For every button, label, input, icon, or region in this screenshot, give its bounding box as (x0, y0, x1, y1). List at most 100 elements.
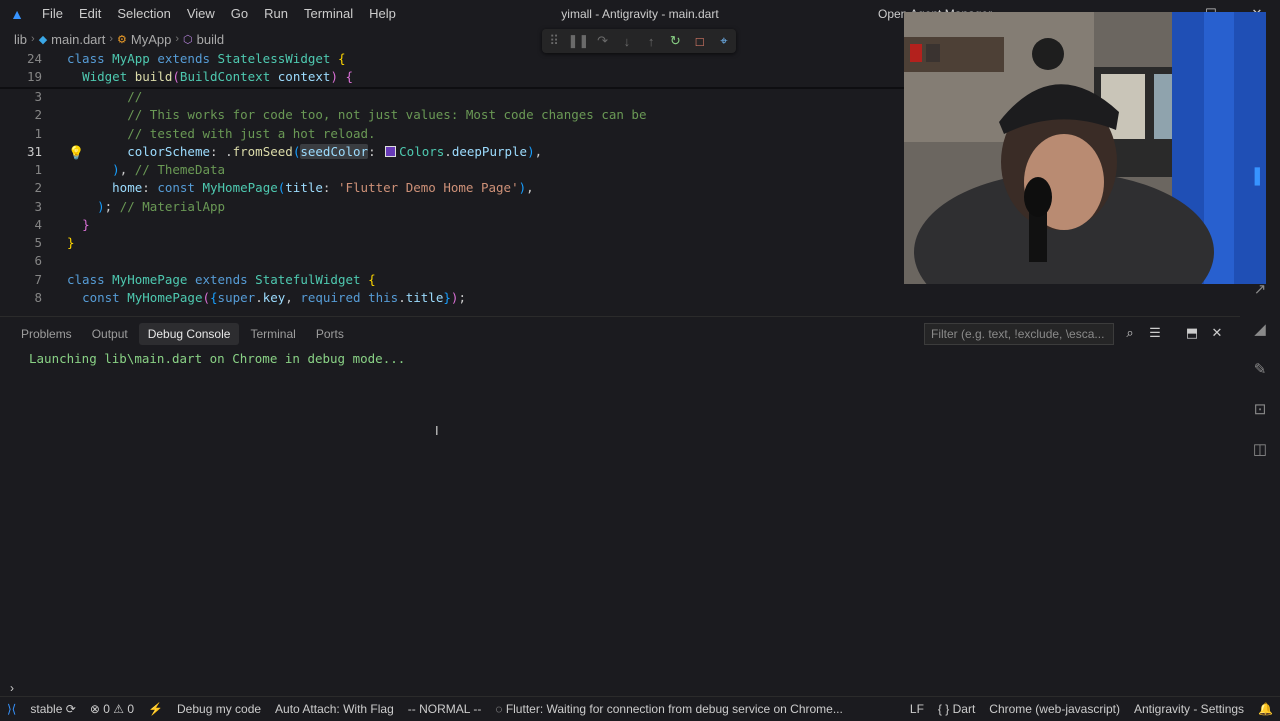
menu-terminal[interactable]: Terminal (296, 0, 361, 28)
code-line[interactable]: 8 const MyHomePage({super.key, required … (0, 289, 900, 307)
flutter-inspector-icon[interactable]: ↗ (1246, 280, 1274, 298)
line-number[interactable]: 3 (0, 88, 42, 106)
drag-handle-icon[interactable]: ⠿ (543, 33, 565, 49)
step-into-icon[interactable]: ↓ (616, 34, 638, 49)
sync-icon: ⟳ (65, 702, 76, 716)
line-number[interactable]: 2 (0, 106, 42, 124)
code-line[interactable]: 7 class MyHomePage extends StatefulWidget… (0, 271, 900, 289)
line-number[interactable]: 5 (0, 234, 42, 252)
code-text[interactable]: // tested with just a hot reload. (67, 125, 375, 143)
line-number[interactable]: 2 (0, 179, 42, 197)
console-output-line: Launching lib\main.dart on Chrome in deb… (29, 351, 406, 366)
line-number[interactable]: 19 (0, 68, 42, 86)
menu-help[interactable]: Help (361, 0, 404, 28)
code-text[interactable]: ), // ThemeData (67, 161, 225, 179)
code-text[interactable]: // (67, 88, 142, 106)
inspect-widget-icon[interactable]: ⌖ (713, 33, 735, 49)
maximize-panel-icon[interactable]: ⬒ (1183, 325, 1201, 341)
code-text[interactable]: class MyHomePage extends StatefulWidget … (67, 271, 376, 289)
auto-attach-status[interactable]: Auto Attach: With Flag (268, 697, 401, 721)
code-text[interactable]: // This works for code too, not just val… (67, 106, 646, 124)
code-line[interactable]: 5} (0, 234, 900, 252)
step-out-icon[interactable]: ↑ (640, 34, 662, 49)
breadcrumb-item-method[interactable]: build (197, 32, 224, 47)
chevron-right-icon: › (109, 33, 114, 45)
code-line[interactable]: 1 // tested with just a hot reload. (0, 125, 900, 143)
preview-icon[interactable]: ◫ (1246, 440, 1274, 458)
line-number[interactable]: 1 (0, 125, 42, 143)
debug-icon[interactable]: ⚡ (141, 697, 170, 721)
tab-ports[interactable]: Ports (307, 323, 353, 345)
code-text[interactable]: class MyApp extends StatelessWidget { (67, 50, 345, 68)
tab-terminal[interactable]: Terminal (241, 323, 304, 345)
settings-status[interactable]: Antigravity - Settings (1127, 697, 1251, 721)
code-token: deepPurple (451, 143, 528, 159)
status-bar: ⟩⟨ stable ⟳ ⊗ 0 ⚠ 0 ⚡ Debug my code Auto… (0, 696, 1280, 721)
branch-status[interactable]: stable ⟳ (23, 697, 82, 721)
eol-status[interactable]: LF (903, 697, 931, 721)
console-filter-input[interactable] (924, 323, 1114, 345)
lightbulb-icon[interactable]: 💡 (68, 145, 84, 161)
restart-icon[interactable]: ↻ (664, 33, 686, 49)
menu-file[interactable]: File (34, 0, 71, 28)
code-line[interactable]: 3 ); // MaterialApp (0, 198, 900, 216)
code-text[interactable]: const MyHomePage({super.key, required th… (67, 289, 466, 307)
close-panel-icon[interactable]: ✕ (1208, 325, 1226, 341)
code-line[interactable]: 1 ), // ThemeData (0, 161, 900, 179)
step-over-icon[interactable]: ↷ (592, 33, 614, 49)
tab-debug-console[interactable]: Debug Console (138, 323, 240, 345)
code-line[interactable]: 6 (0, 252, 900, 270)
notification-dot-icon[interactable]: ▌ (1246, 168, 1274, 185)
clear-console-icon[interactable]: ☰ (1146, 325, 1164, 341)
remote-icon[interactable]: ⟩⟨ (0, 697, 23, 721)
code-line[interactable]: 3 // (0, 88, 900, 106)
language-status[interactable]: { } Dart (931, 697, 982, 721)
code-text[interactable]: ); // MaterialApp (67, 198, 225, 216)
code-text[interactable]: home: const MyHomePage(title: 'Flutter D… (67, 179, 534, 197)
line-number[interactable]: 1 (0, 161, 42, 179)
line-number[interactable]: 4 (0, 216, 42, 234)
menu-selection[interactable]: Selection (109, 0, 178, 28)
code-text[interactable]: } (67, 216, 90, 234)
debug-my-code-status[interactable]: Debug my code (170, 697, 268, 721)
menu-view[interactable]: View (179, 0, 223, 28)
code-text[interactable]: Widget build(BuildContext context) { (67, 68, 353, 86)
color-swatch-icon[interactable] (385, 145, 397, 157)
sticky-code-line[interactable]: 24 class MyApp extends StatelessWidget { (0, 50, 900, 68)
flutter-icon[interactable]: ◢ (1246, 320, 1274, 338)
breadcrumb-item-lib[interactable]: lib (14, 32, 27, 47)
app-logo-icon[interactable]: ▲ (0, 6, 34, 22)
breadcrumb-item-class[interactable]: MyApp (131, 32, 171, 47)
menu-run[interactable]: Run (256, 0, 296, 28)
tab-output[interactable]: Output (83, 323, 137, 345)
menu-edit[interactable]: Edit (71, 0, 109, 28)
menu-go[interactable]: Go (223, 0, 256, 28)
inspect-icon[interactable]: ⊡ (1246, 400, 1274, 418)
code-line[interactable]: 31 colorScheme: .fromSeed(seedColor: Col… (0, 143, 900, 161)
repl-prompt-icon[interactable]: › (10, 681, 14, 695)
bell-icon[interactable]: 🔔 (1251, 697, 1280, 721)
problems-status[interactable]: ⊗ 0 ⚠ 0 (83, 697, 141, 721)
line-number[interactable]: 24 (0, 50, 42, 68)
flutter-status[interactable]: ◌ Flutter: Waiting for connection from d… (488, 697, 850, 721)
line-number[interactable]: 3 (0, 198, 42, 216)
pause-icon[interactable]: ❚❚ (567, 33, 589, 49)
edit-icon[interactable]: ✎ (1246, 360, 1274, 378)
code-token: BuildContext (179, 69, 278, 84)
code-line[interactable]: 4 } (0, 216, 900, 234)
tab-problems[interactable]: Problems (12, 323, 81, 345)
line-number[interactable]: 31 (0, 143, 42, 161)
code-text[interactable]: colorScheme: .fromSeed(seedColor: Colors… (67, 143, 542, 161)
line-number[interactable]: 8 (0, 289, 42, 307)
sticky-code-line[interactable]: 19 Widget build(BuildContext context) { (0, 68, 900, 86)
warning-icon: ⚠ (113, 702, 125, 716)
line-number[interactable]: 7 (0, 271, 42, 289)
code-line[interactable]: 2 home: const MyHomePage(title: 'Flutter… (0, 179, 900, 197)
line-number[interactable]: 6 (0, 252, 42, 270)
code-line[interactable]: 2 // This works for code too, not just v… (0, 106, 900, 124)
code-text[interactable]: } (67, 234, 75, 252)
breadcrumb-item-file[interactable]: main.dart (51, 32, 105, 47)
device-status[interactable]: Chrome (web-javascript) (982, 697, 1127, 721)
stop-icon[interactable]: □ (689, 34, 711, 49)
search-icon[interactable]: ⌕ (1121, 325, 1139, 341)
